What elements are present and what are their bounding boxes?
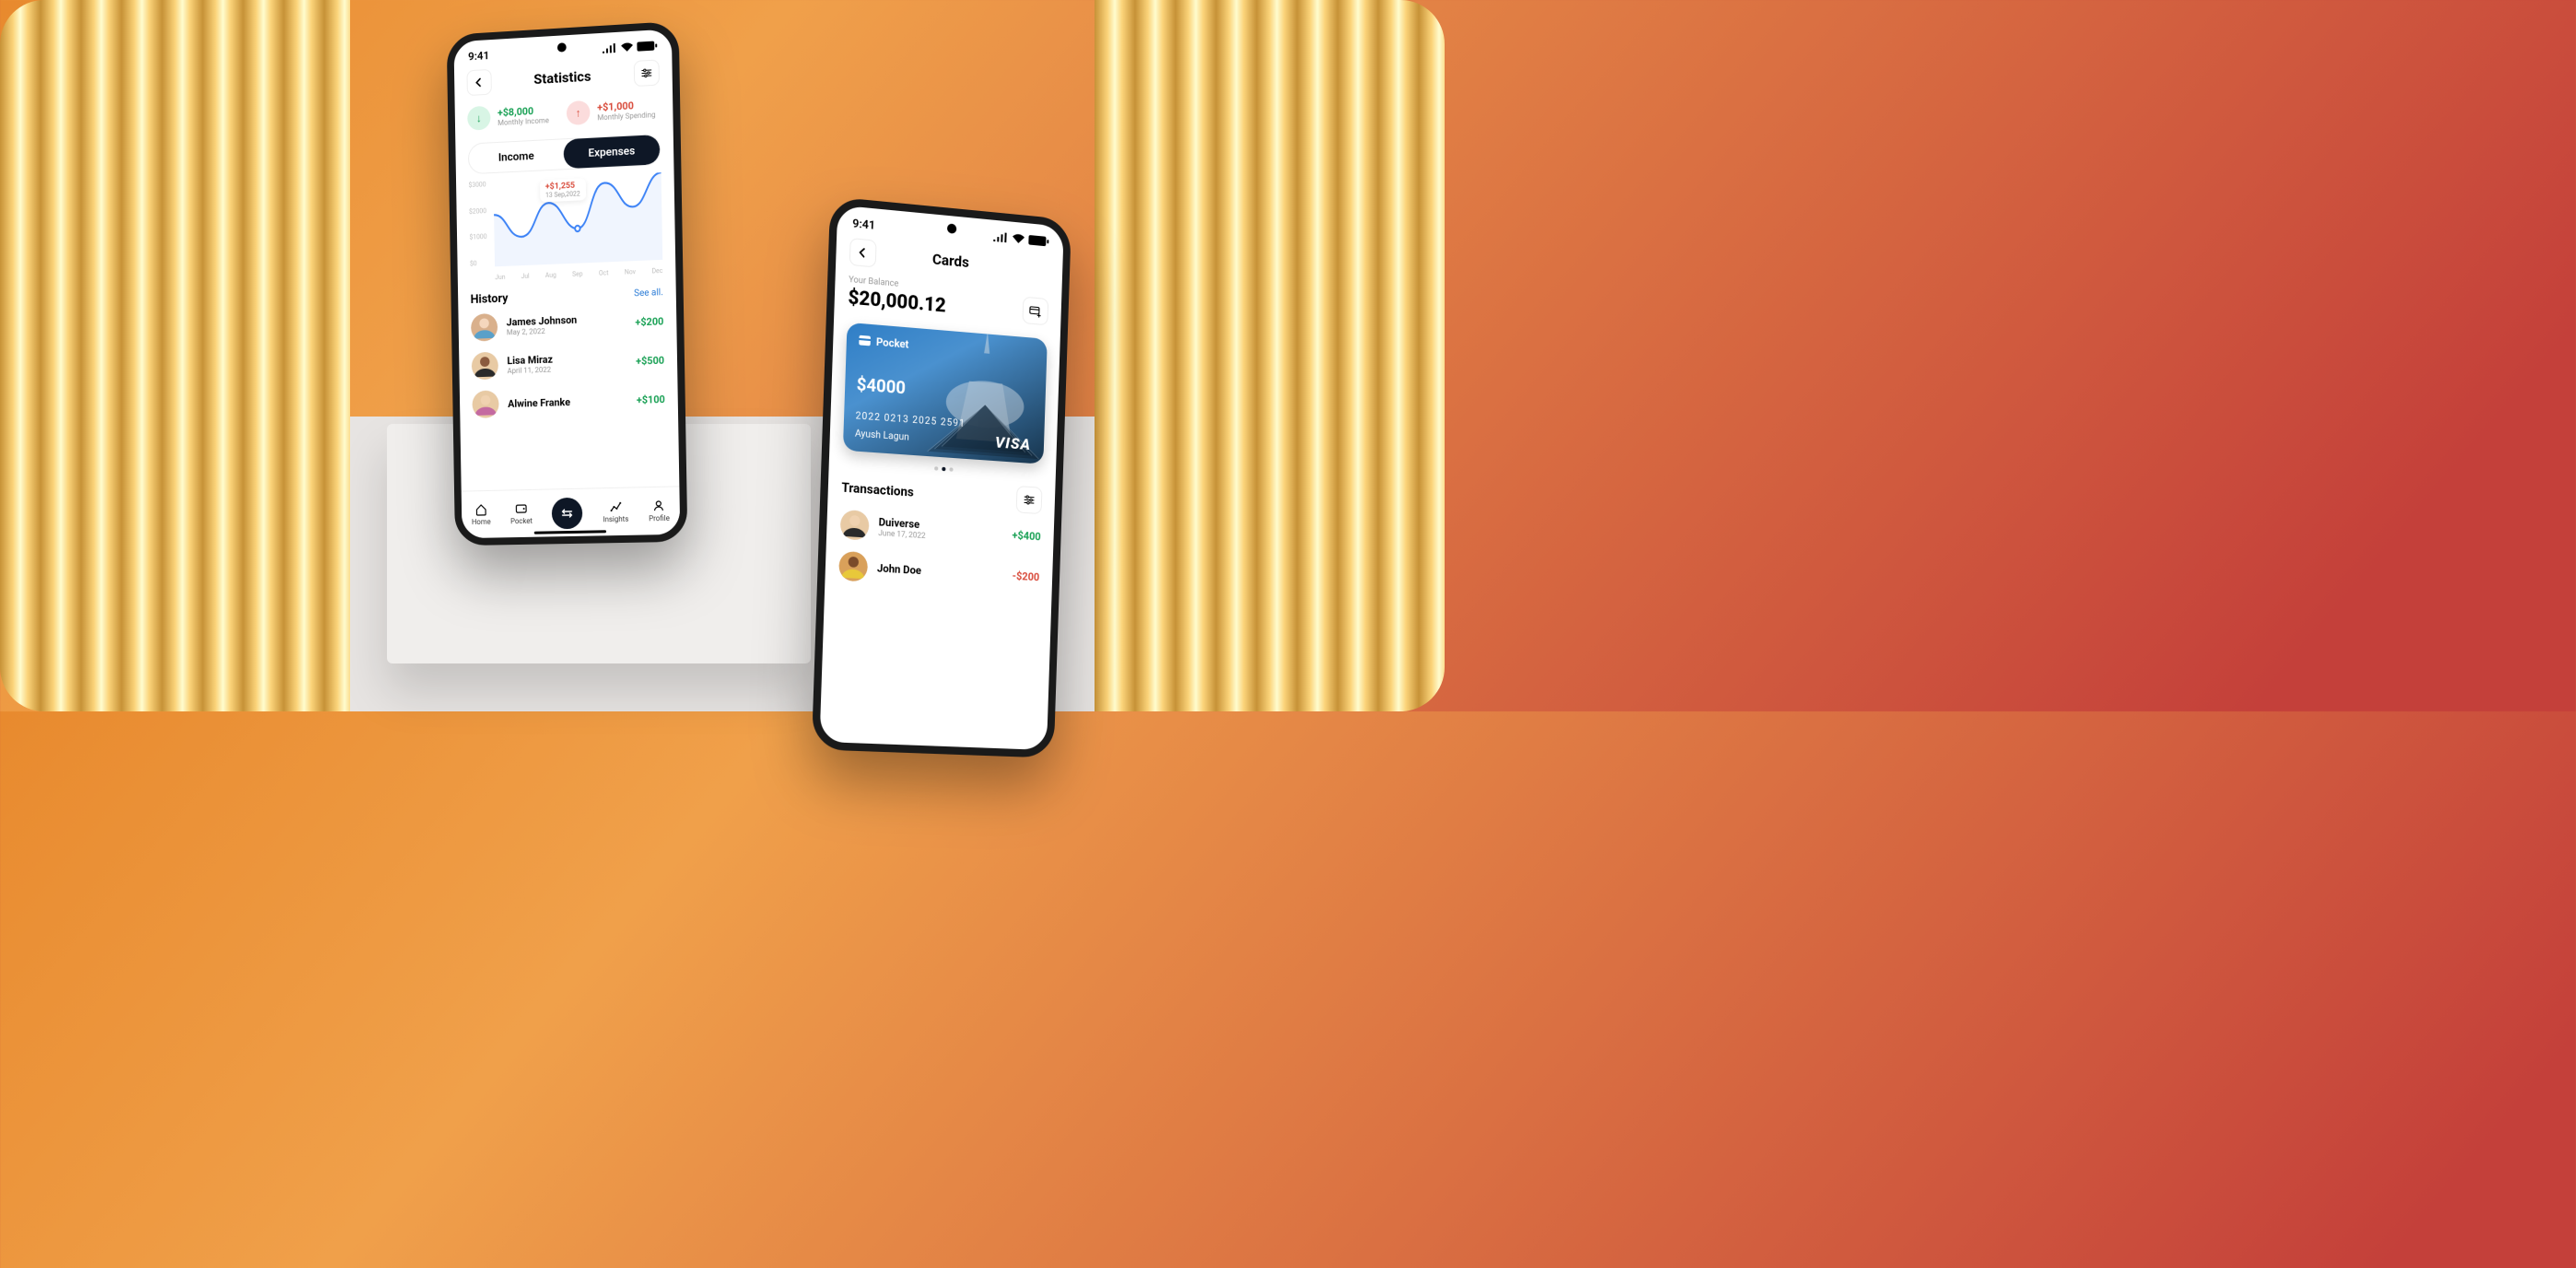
page-title: Cards: [932, 251, 970, 272]
wallet-icon: [515, 502, 528, 515]
stat-spending: ↑ +$1,000 Monthly Spending: [567, 97, 661, 125]
x-tick: Dec: [651, 267, 662, 276]
pocket-logo-icon: [858, 334, 872, 348]
profile-icon: [652, 499, 665, 512]
chevron-left-icon: [474, 77, 484, 87]
card-network: VISA: [995, 433, 1032, 454]
swap-icon: [560, 505, 575, 520]
y-tick: $2000: [469, 207, 486, 216]
history-amount: +$100: [637, 393, 665, 405]
signal-icon: [603, 43, 617, 53]
avatar: [838, 551, 868, 582]
filter-button[interactable]: [634, 59, 660, 87]
expenses-chart: $3000 $2000 $1000 $0 +$1,255 13 Sep,2022…: [468, 172, 662, 282]
y-tick: $1000: [469, 233, 486, 241]
wifi-icon: [621, 42, 634, 53]
nav-home[interactable]: Home: [472, 503, 491, 526]
back-button[interactable]: [466, 69, 491, 96]
y-tick: $3000: [468, 181, 486, 189]
signal-icon: [993, 231, 1008, 242]
chart-tooltip: +$1,255 13 Sep,2022: [540, 178, 586, 202]
card-holder: Ayush Lagun: [855, 429, 909, 443]
transactions-title: Transactions: [841, 480, 914, 499]
nav-label: Pocket: [510, 517, 533, 525]
card-balance: $4000: [856, 374, 906, 398]
spending-label: Monthly Spending: [597, 111, 655, 122]
nav-label: Profile: [649, 514, 670, 523]
avatar: [472, 352, 498, 381]
nav-label: Insights: [603, 515, 628, 524]
arrow-down-icon: ↓: [467, 106, 490, 131]
nav-label: Home: [472, 518, 491, 526]
filter-button[interactable]: [1016, 486, 1043, 514]
chevron-left-icon: [858, 247, 868, 258]
card-brand: Pocket: [858, 334, 909, 351]
chart-tooltip-date: 13 Sep,2022: [545, 190, 580, 199]
page-title: Statistics: [533, 68, 591, 88]
status-time: 9:41: [852, 217, 875, 232]
segment-control[interactable]: Income Expenses: [468, 134, 662, 174]
segment-income[interactable]: Income: [469, 139, 564, 173]
history-row[interactable]: Lisa MirazApril 11, 2022 +$500: [459, 340, 677, 386]
wifi-icon: [1012, 233, 1025, 244]
income-label: Monthly Income: [498, 116, 549, 127]
x-tick: Jun: [495, 274, 505, 281]
nav-fab[interactable]: [552, 497, 583, 529]
nav-insights[interactable]: Insights: [603, 500, 628, 524]
history-name: Alwine Franke: [508, 394, 627, 410]
phone-cards: 9:41 Cards Your Balance $20,000.12: [812, 196, 1071, 758]
avatar: [472, 390, 498, 418]
x-tick: Jul: [521, 273, 529, 280]
home-icon: [474, 503, 487, 516]
y-tick: $0: [470, 260, 487, 268]
stat-income: ↓ +$8,000 Monthly Income: [467, 102, 559, 131]
history-amount: +$500: [636, 354, 664, 367]
background-curtain-left: [0, 0, 350, 711]
nav-pocket[interactable]: Pocket: [510, 502, 533, 525]
tx-amount: +$400: [1012, 528, 1041, 543]
x-tick: Aug: [545, 272, 556, 279]
phone-statistics: 9:41 Statistics ↓ +$8,000 Monthly Income…: [447, 21, 688, 546]
back-button[interactable]: [849, 238, 877, 267]
insights-icon: [609, 500, 622, 513]
see-all-link[interactable]: See all.: [634, 288, 663, 299]
x-tick: Nov: [625, 268, 636, 276]
history-row[interactable]: Alwine Franke +$100: [460, 379, 678, 424]
battery-icon: [1028, 235, 1048, 247]
status-time: 9:41: [468, 49, 489, 63]
avatar: [840, 510, 870, 541]
tx-amount: -$200: [1013, 569, 1040, 583]
card-plus-icon: [1029, 304, 1042, 319]
background-curtain-right: [1095, 0, 1445, 711]
card-brand-label: Pocket: [876, 335, 909, 351]
tx-name: John Doe: [877, 561, 1003, 581]
arrow-up-icon: ↑: [567, 100, 591, 125]
add-card-button[interactable]: [1022, 297, 1048, 326]
credit-card[interactable]: Pocket $4000 2022 0213 2025 2591 Ayush L…: [843, 323, 1048, 464]
battery-icon: [637, 41, 657, 51]
nav-profile[interactable]: Profile: [649, 499, 670, 523]
history-title: History: [471, 292, 509, 307]
x-tick: Sep: [572, 270, 583, 277]
sliders-icon: [641, 67, 652, 79]
sliders-icon: [1024, 494, 1035, 506]
avatar: [471, 313, 498, 342]
x-tick: Oct: [599, 269, 609, 276]
segment-expenses[interactable]: Expenses: [564, 135, 661, 169]
history-amount: +$200: [635, 315, 663, 328]
